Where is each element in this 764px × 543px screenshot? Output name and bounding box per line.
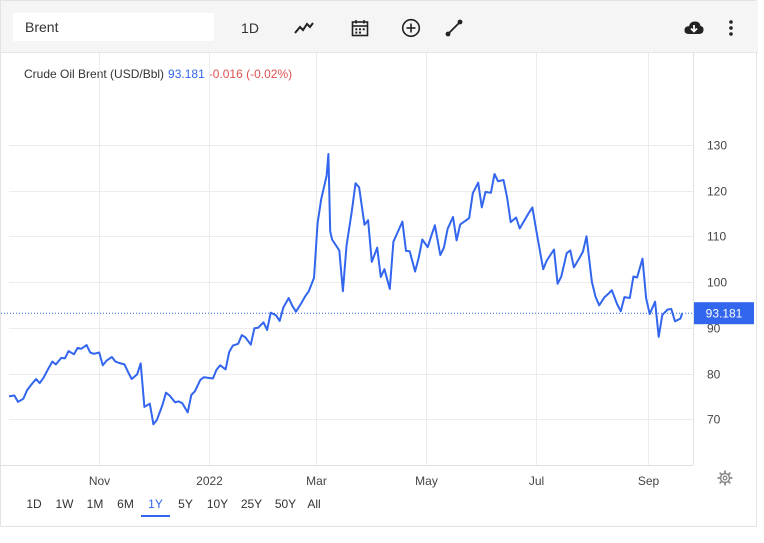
- range-button-10y[interactable]: 10Y: [201, 497, 234, 515]
- range-button-1d[interactable]: 1D: [19, 497, 49, 515]
- range-button-1m[interactable]: 1M: [80, 497, 110, 515]
- last-value-tag-label: 93.181: [706, 307, 743, 321]
- y-tick-label: 100: [707, 276, 727, 290]
- y-tick-label: 130: [707, 139, 727, 153]
- range-button-5y[interactable]: 5Y: [170, 497, 201, 515]
- y-tick-label: 120: [707, 185, 727, 199]
- x-tick-label: 2022: [196, 474, 223, 488]
- x-tick-label: Jul: [529, 474, 544, 488]
- more-menu-icon[interactable]: [721, 15, 741, 41]
- symbol-search-input[interactable]: [13, 13, 214, 41]
- range-button-1y[interactable]: 1Y: [141, 497, 170, 515]
- range-button-6m[interactable]: 6M: [110, 497, 141, 515]
- grid: [9, 53, 693, 465]
- settings-gear-icon[interactable]: [717, 470, 735, 488]
- chart-toolbar: 1D: [1, 1, 758, 53]
- range-button-25y[interactable]: 25Y: [234, 497, 269, 515]
- x-tick-label: Nov: [89, 474, 110, 488]
- series-line: [8, 153, 684, 426]
- x-tick-label: Mar: [306, 474, 327, 488]
- price-chart[interactable]: Nov 2022 Mar May Jul Sep70809010011012013093.…: [1, 53, 758, 543]
- draw-line-icon[interactable]: [441, 15, 467, 41]
- interval-button[interactable]: 1D: [237, 15, 263, 41]
- x-tick-label: Sep: [638, 474, 660, 488]
- range-button-50y[interactable]: 50Y: [269, 497, 302, 515]
- calendar-icon[interactable]: [347, 15, 373, 41]
- line-style-icon[interactable]: [291, 15, 317, 41]
- range-button-1w[interactable]: 1W: [49, 497, 80, 515]
- range-button-all[interactable]: All: [302, 497, 326, 515]
- y-tick-label: 110: [707, 230, 726, 244]
- y-tick-label: 80: [707, 368, 721, 382]
- y-tick-label: 70: [707, 413, 721, 427]
- chart-widget: 1D Crude Oil Brent (USD/Bbl)93.181-0.016…: [0, 0, 758, 527]
- download-icon[interactable]: [681, 15, 707, 41]
- add-compare-icon[interactable]: [398, 15, 424, 41]
- x-tick-label: May: [415, 474, 438, 488]
- range-selector: 1D 1W 1M 6M 1Y 5Y 10Y 25Y 50Y All: [19, 497, 326, 515]
